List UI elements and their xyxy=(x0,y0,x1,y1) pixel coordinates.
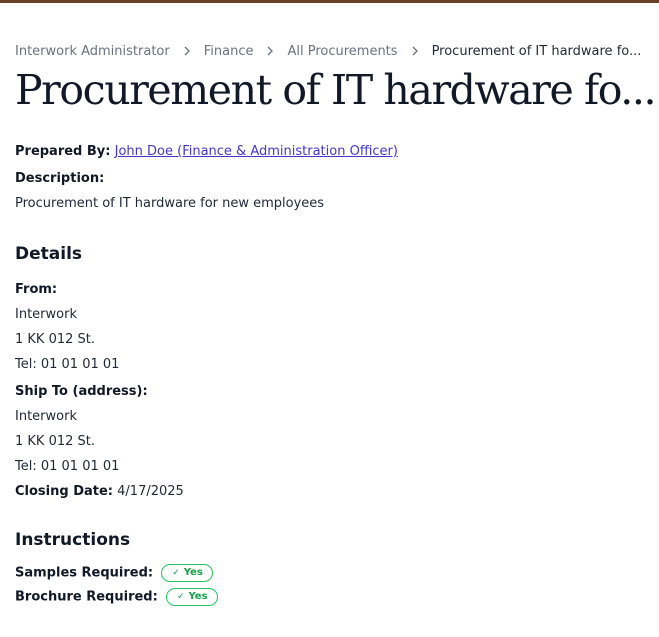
breadcrumb-current: Procurement of IT hardware fo... xyxy=(431,43,642,59)
description-value: Procurement of IT hardware for new emplo… xyxy=(15,196,325,211)
from-label: From: xyxy=(15,282,58,297)
ship-to-label: Ship To (address): xyxy=(15,384,148,399)
ship-to-line: Tel: 01 01 01 01 xyxy=(15,459,120,474)
breadcrumb-link-all-procurements[interactable]: All Procurements xyxy=(287,44,397,59)
chevron-right-icon xyxy=(253,46,287,56)
brochure-required-badge: ✓ Yes xyxy=(165,588,218,606)
description-label: Description: xyxy=(15,171,105,186)
breadcrumb: Interwork Administrator Finance All Proc… xyxy=(15,42,641,60)
page-title: Procurement of IT hardware fo... xyxy=(15,66,657,114)
closing-date-row: Closing Date: 4/17/2025 xyxy=(15,483,184,501)
from-line: 1 KK 012 St. xyxy=(15,332,96,347)
top-accent-bar xyxy=(0,0,659,3)
prepared-by-label: Prepared By: xyxy=(15,144,111,159)
brochure-required-value: Yes xyxy=(188,591,208,602)
chevron-right-icon xyxy=(170,46,204,56)
instructions-heading: Instructions xyxy=(15,530,131,550)
from-line: Interwork xyxy=(15,307,77,322)
prepared-by-link[interactable]: John Doe (Finance & Administration Offic… xyxy=(115,144,398,159)
samples-required-value: Yes xyxy=(183,567,203,578)
brochure-required-label: Brochure Required: xyxy=(15,589,158,605)
brochure-required-row: Brochure Required: ✓ Yes xyxy=(15,588,218,607)
closing-date-label: Closing Date: xyxy=(15,484,114,499)
ship-to-line: 1 KK 012 St. xyxy=(15,434,96,449)
samples-required-label: Samples Required: xyxy=(15,565,154,581)
check-icon: ✓ xyxy=(176,592,185,602)
breadcrumb-link-interwork-administrator[interactable]: Interwork Administrator xyxy=(15,44,170,59)
details-heading: Details xyxy=(15,244,83,264)
samples-required-badge: ✓ Yes xyxy=(161,564,213,582)
breadcrumb-link-finance[interactable]: Finance xyxy=(204,44,254,59)
check-icon: ✓ xyxy=(172,568,180,578)
chevron-right-icon xyxy=(398,46,432,56)
from-line: Tel: 01 01 01 01 xyxy=(15,357,120,372)
closing-date-value: 4/17/2025 xyxy=(117,484,184,499)
samples-required-row: Samples Required: ✓ Yes xyxy=(15,564,213,583)
prepared-by-row: Prepared By: John Doe (Finance & Adminis… xyxy=(15,143,398,161)
ship-to-line: Interwork xyxy=(15,409,77,424)
